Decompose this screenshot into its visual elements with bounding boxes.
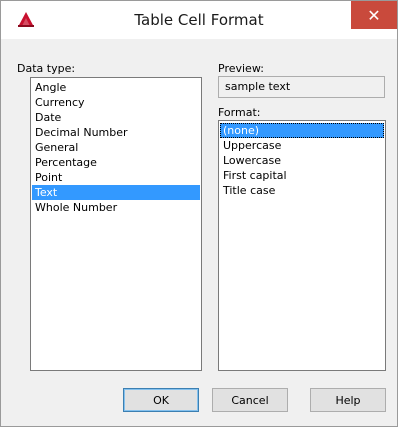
format-list[interactable]: (none) Uppercase Lowercase First capital Tit… <box>218 120 386 371</box>
help-button[interactable]: Help <box>310 388 386 412</box>
data-type-list[interactable]: Angle Currency Date Decimal Number General Pe… <box>30 77 202 371</box>
preview-field: sample text <box>218 76 385 98</box>
title-bar[interactable]: Table Cell Format ✕ <box>1 1 397 39</box>
cancel-button[interactable]: Cancel <box>212 388 288 412</box>
list-item[interactable]: General <box>32 140 200 155</box>
list-item[interactable]: Percentage <box>32 155 200 170</box>
list-item[interactable]: Uppercase <box>220 138 384 153</box>
list-item[interactable]: Text <box>32 185 200 200</box>
close-icon: ✕ <box>367 5 381 25</box>
list-item[interactable]: Point <box>32 170 200 185</box>
list-item[interactable]: Lowercase <box>220 153 384 168</box>
list-item[interactable]: Title case <box>220 183 384 198</box>
ok-button[interactable]: OK <box>123 388 199 412</box>
list-item[interactable]: (none) <box>220 123 384 138</box>
list-item[interactable]: Date <box>32 110 200 125</box>
list-item[interactable]: Currency <box>32 95 200 110</box>
list-item[interactable]: Decimal Number <box>32 125 200 140</box>
table-cell-format-dialog: Table Cell Format ✕ Data type: Angle Curr… <box>0 0 398 427</box>
preview-label: Preview: <box>218 62 264 75</box>
format-label: Format: <box>218 106 261 119</box>
list-item[interactable]: Angle <box>32 80 200 95</box>
dialog-title: Table Cell Format <box>134 11 264 29</box>
close-button[interactable]: ✕ <box>351 1 397 29</box>
list-item[interactable]: Whole Number <box>32 200 200 215</box>
data-type-label: Data type: <box>17 62 76 75</box>
list-item[interactable]: First capital <box>220 168 384 183</box>
